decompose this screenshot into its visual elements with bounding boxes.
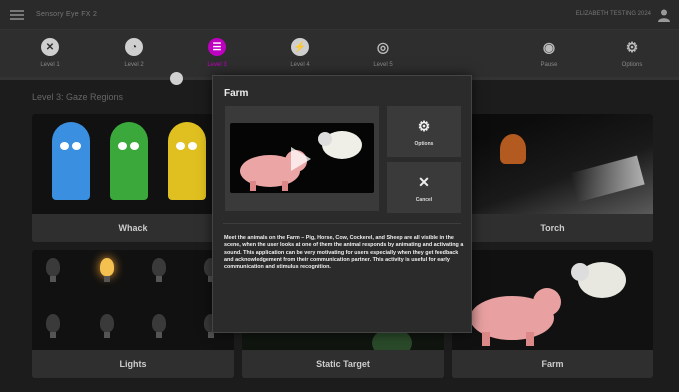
level-5-label: Level 5 xyxy=(373,62,393,68)
tile-caption: Static Target xyxy=(242,350,444,378)
tile-caption: Farm xyxy=(452,350,653,378)
pause-button[interactable]: ◉ Pause xyxy=(519,38,579,69)
play-icon[interactable] xyxy=(291,147,311,171)
dialog-options-button[interactable]: ⚙ Options xyxy=(387,106,461,157)
gear-icon: ⚙ xyxy=(417,118,431,134)
close-icon: ✕ xyxy=(418,174,430,190)
level-5-button[interactable]: ◎ Level 5 xyxy=(353,38,413,69)
divider xyxy=(223,223,461,224)
level-4-label: Level 4 xyxy=(290,62,310,68)
activity-description: Meet the animals on the Farm – Pig, Hors… xyxy=(224,235,464,271)
tile-caption: Lights xyxy=(32,350,234,378)
tile-caption: Torch xyxy=(452,214,653,242)
activity-preview[interactable] xyxy=(225,106,379,211)
options-label: Options xyxy=(621,62,643,68)
level-1-button[interactable]: ✕ Level 1 xyxy=(20,38,80,68)
level-4-button[interactable]: ⚡ Level 4 xyxy=(270,38,330,68)
options-button[interactable]: ⚙ Options xyxy=(602,38,662,69)
pig-sheep-illustration xyxy=(470,262,626,346)
close-circle-icon: ✕ xyxy=(41,38,59,56)
activity-tile-lights[interactable]: Lights xyxy=(32,250,234,378)
pause-label: Pause xyxy=(540,62,558,68)
lights-thumbnail xyxy=(32,250,234,350)
dwell-slider-handle[interactable] xyxy=(170,72,183,85)
farm-thumbnail xyxy=(452,250,653,350)
level-toolbar: ✕ Level 1 ◔ Level 2 ☰ Level 3 ⚡ Level 4 … xyxy=(0,30,679,77)
regions-icon: ☰ xyxy=(208,38,226,56)
section-title: Level 3: Gaze Regions xyxy=(32,92,124,102)
menu-icon[interactable] xyxy=(10,9,24,20)
activity-tile-torch[interactable]: Torch xyxy=(452,114,653,242)
gaze-icon: ◔ xyxy=(125,38,143,56)
level-1-label: Level 1 xyxy=(40,62,60,68)
gear-icon: ⚙ xyxy=(625,38,639,55)
cancel-button-label: Cancel xyxy=(415,197,433,203)
whack-thumbnail xyxy=(32,114,234,214)
license-label: ELIZABETH TESTING 2024 xyxy=(575,11,651,17)
level-3-button[interactable]: ☰ Level 3 xyxy=(187,38,247,68)
torch-thumbnail xyxy=(452,114,653,214)
level-2-label: Level 2 xyxy=(124,62,144,68)
activity-dialog: Farm ⚙ Options ✕ Cancel Meet the animals… xyxy=(212,75,472,333)
eye-icon: ◉ xyxy=(542,38,556,55)
activity-tile-farm[interactable]: Farm xyxy=(452,250,653,378)
level-2-button[interactable]: ◔ Level 2 xyxy=(104,38,164,68)
tile-caption: Whack xyxy=(32,214,234,242)
user-icon[interactable] xyxy=(657,8,671,22)
dialog-cancel-button[interactable]: ✕ Cancel xyxy=(387,162,461,213)
bolt-icon: ⚡ xyxy=(291,38,309,56)
options-button-label: Options xyxy=(414,141,434,147)
activity-tile-whack[interactable]: Whack xyxy=(32,114,234,242)
dialog-title: Farm xyxy=(224,88,249,99)
target-icon: ◎ xyxy=(376,38,390,55)
app-title: Sensory Eye FX 2 xyxy=(36,11,98,18)
level-3-label: Level 3 xyxy=(207,62,227,68)
